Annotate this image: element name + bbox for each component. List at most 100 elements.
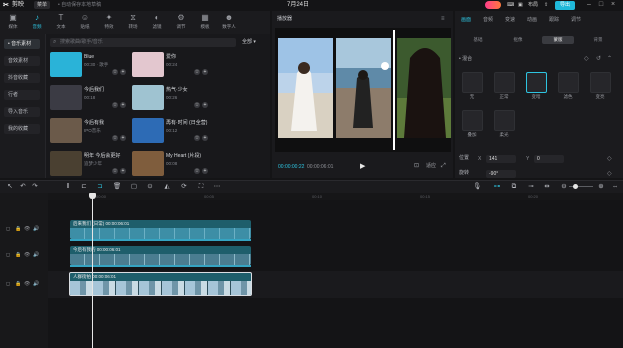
player-menu-icon[interactable]: ≡ xyxy=(441,16,445,23)
minimize-icon[interactable]: – xyxy=(585,1,593,9)
project-name[interactable]: 7月24日 xyxy=(287,2,309,9)
microphone-icon[interactable]: 🎙 xyxy=(473,182,481,191)
video-clip-1[interactable]: 后来我们 (日常) 00:00:06:01 xyxy=(70,220,251,239)
category-item[interactable]: 导入音乐 xyxy=(4,107,40,117)
eye-icon[interactable]: 👁 xyxy=(24,226,30,233)
blend-mode-tile[interactable] xyxy=(494,72,515,93)
category-item[interactable]: 抖音收藏 xyxy=(4,73,40,83)
tab-sticker[interactable]: ☺ 贴纸 xyxy=(75,13,95,33)
inspector-subtab[interactable]: 抠像 xyxy=(502,36,534,44)
mirror-icon[interactable]: ◭ xyxy=(163,182,171,191)
tab-template[interactable]: ▦ 模板 xyxy=(195,13,215,33)
lock-icon[interactable]: 🔒 xyxy=(15,252,21,259)
blend-mode-tile[interactable] xyxy=(462,72,483,93)
auto-snap-icon[interactable]: ⧉ xyxy=(510,182,518,191)
media-thumbnail[interactable] xyxy=(50,52,82,77)
y-input[interactable]: 0 xyxy=(534,155,564,163)
category-item[interactable]: 行者 xyxy=(4,90,40,100)
position-keyframe-icon[interactable]: ◇ xyxy=(607,155,612,163)
zoom-out-icon[interactable]: ⊖ xyxy=(560,182,568,191)
video-clip-3-selected[interactable]: 人群街拍 00:00:06:01 xyxy=(69,272,252,296)
share-icon[interactable]: ⇪ xyxy=(544,1,548,9)
main-track-magnet-icon[interactable]: ⊶ xyxy=(493,182,501,191)
fit-timeline-icon[interactable]: ⇔ xyxy=(611,182,619,191)
blend-mode-tile[interactable] xyxy=(558,72,579,93)
layout-label[interactable]: 布局 xyxy=(528,1,538,9)
category-item[interactable]: 音效素材 xyxy=(4,56,40,66)
favorite-icon[interactable]: ☆ xyxy=(112,102,118,108)
lock-icon[interactable]: 🔒 xyxy=(15,226,21,233)
inspector-tab[interactable]: 动画 xyxy=(527,17,537,24)
play-icon[interactable]: ▶ xyxy=(360,162,365,171)
blend-mode-tile[interactable] xyxy=(526,72,547,93)
filter-dropdown[interactable]: 全部 ▾ xyxy=(242,38,256,47)
expand-icon[interactable]: ⤢ xyxy=(441,162,446,171)
add-icon[interactable]: + xyxy=(202,102,208,108)
eye-icon[interactable]: 👁 xyxy=(24,252,30,259)
favorite-icon[interactable]: ☆ xyxy=(112,135,118,141)
preview-canvas[interactable] xyxy=(275,28,451,152)
favorite-icon[interactable]: ☆ xyxy=(112,168,118,174)
blend-mode-tile[interactable] xyxy=(590,72,611,93)
keyframe-icon[interactable]: ◇ xyxy=(584,56,589,63)
tab-text[interactable]: T 文本 xyxy=(51,13,71,33)
export-button[interactable]: 导出 xyxy=(555,1,575,10)
favorite-icon[interactable]: ☆ xyxy=(112,69,118,75)
layout-icon[interactable]: ▣ xyxy=(518,1,523,9)
category-item[interactable]: • 音乐素材 xyxy=(4,39,40,49)
add-icon[interactable]: + xyxy=(120,69,126,75)
more-tools-icon[interactable]: ⋯ xyxy=(213,182,221,191)
collapse-icon[interactable]: ⌃ xyxy=(607,56,612,63)
preview-axis-icon[interactable]: ⇹ xyxy=(543,182,551,191)
favorite-icon[interactable]: ☆ xyxy=(194,168,200,174)
rotate-input[interactable]: -90° xyxy=(486,170,516,178)
favorite-icon[interactable]: ☆ xyxy=(194,102,200,108)
reverse-icon[interactable]: ⊙ xyxy=(146,182,154,191)
inspector-subtab[interactable]: 背景 xyxy=(582,36,614,44)
track-cover-icon[interactable]: ◻ xyxy=(6,252,10,259)
blend-mode-tile[interactable] xyxy=(462,110,483,131)
add-icon[interactable]: + xyxy=(120,102,126,108)
split-left-icon[interactable]: ⊏ xyxy=(80,182,88,191)
select-tool-icon[interactable]: ↖ xyxy=(6,182,14,191)
inspector-tab[interactable]: 调节 xyxy=(571,17,581,24)
media-thumbnail[interactable] xyxy=(50,85,82,110)
add-icon[interactable]: + xyxy=(120,168,126,174)
video-clip-2[interactable]: 今后有我的 00:00:06:01 xyxy=(70,246,251,265)
inspector-subtab[interactable]: 基础 xyxy=(462,36,494,44)
tab-filter[interactable]: ◐ 滤镜 xyxy=(147,13,167,33)
favorite-icon[interactable]: ☆ xyxy=(194,135,200,141)
inspector-subtab[interactable]: 蒙版 xyxy=(542,36,574,44)
zoom-in-icon[interactable]: ⊕ xyxy=(597,182,605,191)
tab-avatar[interactable]: ☻ 数字人 xyxy=(219,13,239,33)
media-thumbnail[interactable] xyxy=(132,151,164,176)
fullscreen-preview-icon[interactable]: ⊡ xyxy=(414,162,419,171)
close-icon[interactable]: × xyxy=(609,1,617,9)
split-right-icon[interactable]: ⊐ xyxy=(96,182,104,191)
add-icon[interactable]: + xyxy=(120,135,126,141)
maximize-icon[interactable]: □ xyxy=(597,1,605,9)
tab-media[interactable]: ▣ 媒体 xyxy=(3,13,23,33)
rotate-icon[interactable]: ⟳ xyxy=(180,182,188,191)
playhead[interactable] xyxy=(92,193,93,348)
add-icon[interactable]: + xyxy=(202,135,208,141)
media-thumbnail[interactable] xyxy=(132,52,164,77)
track-cover-icon[interactable]: ◻ xyxy=(6,226,10,233)
shortcut-icon[interactable]: ⌨ xyxy=(507,1,514,9)
zoom-slider-handle[interactable] xyxy=(573,184,578,189)
tab-adjust[interactable]: ⚙ 调节 xyxy=(171,13,191,33)
pro-badge[interactable] xyxy=(485,1,501,9)
category-item[interactable]: 我的收藏 xyxy=(4,124,40,134)
volume-icon[interactable]: 🔊 xyxy=(33,281,39,288)
volume-icon[interactable]: 🔊 xyxy=(33,252,39,259)
media-thumbnail[interactable] xyxy=(50,118,82,143)
add-icon[interactable]: + xyxy=(202,168,208,174)
playhead-handle[interactable] xyxy=(89,193,96,199)
media-thumbnail[interactable] xyxy=(50,151,82,176)
track-cover-icon[interactable]: ◻ xyxy=(6,281,10,288)
tab-audio[interactable]: ♪ 音频 xyxy=(27,13,47,33)
linkage-icon[interactable]: ⊸ xyxy=(527,182,535,191)
tab-transition[interactable]: ⧖ 转场 xyxy=(123,13,143,33)
split-icon[interactable]: ⫴ xyxy=(64,182,72,191)
undo-icon[interactable]: ↶ xyxy=(19,182,27,191)
